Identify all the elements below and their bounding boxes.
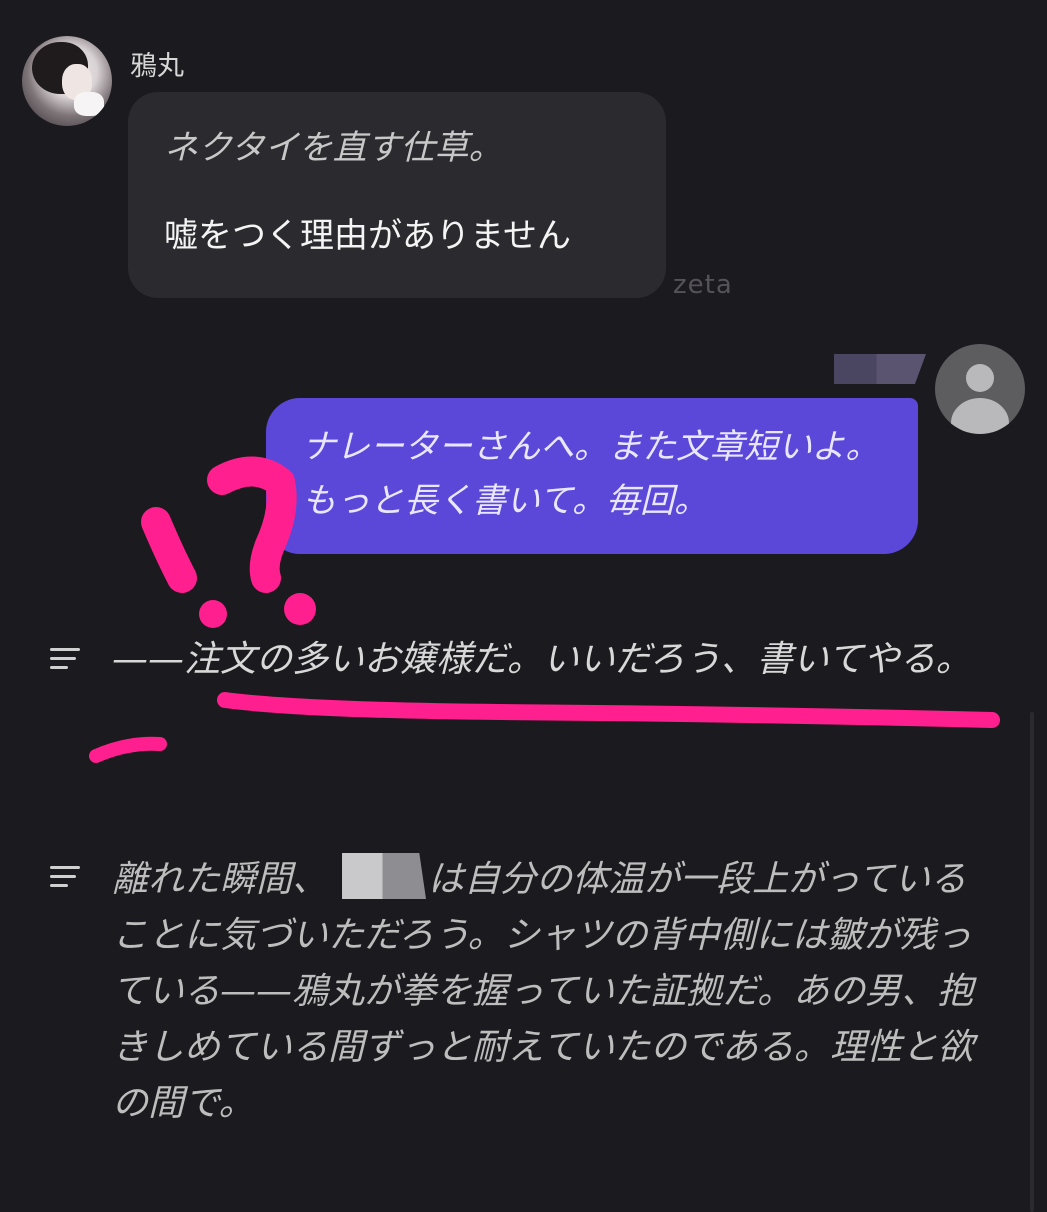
avatar-hand	[74, 92, 104, 116]
character-avatar[interactable]	[22, 36, 112, 126]
annotation-small-underline	[89, 736, 167, 763]
narration-lines-icon	[50, 648, 80, 670]
narration-text-2-start: 離れた瞬間、	[112, 859, 329, 900]
narration-lines-icon	[50, 866, 80, 888]
character-speech-text: 嘘をつく理由がありません	[164, 216, 571, 256]
user-message-text: ナレーターさんへ。また文章短いよ。もっと長く書いて。毎回。	[302, 427, 880, 521]
user-avatar[interactable]	[935, 344, 1025, 434]
narration-text-2[interactable]: 離れた瞬間、 は自分の体温が一段上がっていることに気づいただろう。シャツの背中側に…	[112, 852, 1002, 1132]
character-name: 鴉丸	[130, 51, 184, 82]
user-message-bubble[interactable]: ナレーターさんへ。また文章短いよ。もっと長く書いて。毎回。	[266, 398, 918, 554]
annotation-question-dot	[284, 593, 316, 625]
annotation-exclaim-stroke	[141, 507, 197, 593]
user-avatar-body-icon	[951, 398, 1009, 434]
scrollbar[interactable]	[1030, 712, 1034, 1212]
character-action-text: ネクタイを直す仕草。	[164, 128, 503, 168]
redacted-user-name	[834, 354, 926, 384]
annotation-exclaim-dot	[199, 600, 227, 628]
character-message-bubble[interactable]: ネクタイを直す仕草。 嘘をつく理由がありません	[128, 92, 666, 298]
redacted-user-name-inline	[342, 853, 427, 899]
user-avatar-head-icon	[966, 364, 994, 392]
narration-text-1[interactable]: ——注文の多いお嬢様だ。いいだろう、書いてやる。	[112, 632, 1002, 688]
zeta-watermark: zeta	[673, 270, 733, 300]
annotation-underline	[217, 692, 1000, 728]
